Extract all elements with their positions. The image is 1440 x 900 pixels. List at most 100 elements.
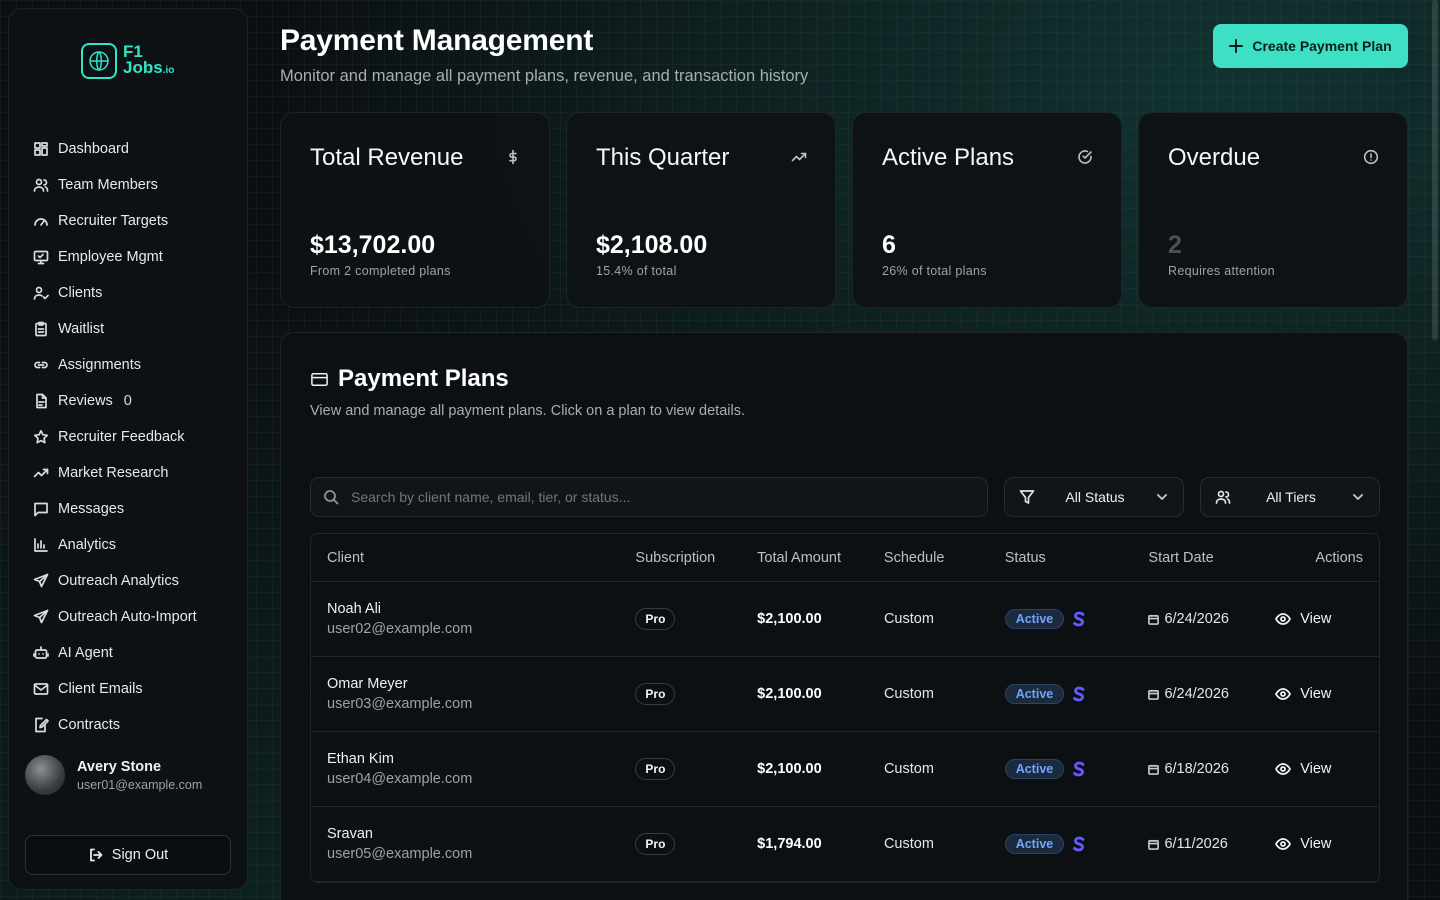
sidebar-item-ai-agent[interactable]: AI Agent	[25, 635, 233, 671]
calendar-icon	[1148, 764, 1160, 775]
sidebar-item-employee-mgmt[interactable]: Employee Mgmt	[25, 239, 233, 275]
eye-icon	[1275, 613, 1292, 625]
search-icon	[324, 490, 339, 505]
status-cell: Active	[1004, 684, 1149, 704]
column-header-client[interactable]: Client	[311, 550, 635, 566]
payment-plans-header: Payment Plans	[310, 365, 509, 393]
current-user[interactable]: Avery Stone user01@example.com	[25, 755, 202, 795]
sidebar-item-reviews[interactable]: Reviews 0	[25, 383, 233, 419]
table-row[interactable]: Noah Ali user02@example.com Pro $2,100.0…	[311, 582, 1379, 657]
payment-plans-panel: Payment Plans View and manage all paymen…	[280, 332, 1408, 900]
stat-caption: Requires attention	[1168, 264, 1275, 278]
bar-chart-icon	[34, 538, 48, 552]
message-icon	[34, 502, 48, 517]
dashboard-icon	[34, 142, 48, 156]
sidebar-item-clients[interactable]: Clients	[25, 275, 233, 311]
client-cell: Noah Ali user02@example.com	[311, 601, 635, 637]
subscription-cell: Pro	[635, 833, 757, 855]
stat-value: $2,108.00	[596, 231, 708, 259]
sidebar-item-label: Reviews	[58, 393, 113, 409]
client-cell: Ethan Kim user04@example.com	[311, 751, 635, 787]
sidebar-item-market-research[interactable]: Market Research	[25, 455, 233, 491]
plus-icon	[1229, 39, 1244, 53]
sidebar-item-messages[interactable]: Messages	[25, 491, 233, 527]
view-label: View	[1300, 836, 1332, 852]
column-header-subscription[interactable]: Subscription	[635, 550, 757, 566]
eye-icon	[1275, 763, 1292, 775]
check-circle-icon	[1077, 149, 1093, 165]
column-header-schedule[interactable]: Schedule	[884, 550, 1005, 566]
client-email: user03@example.com	[327, 696, 473, 712]
start-date: 6/24/2026	[1164, 611, 1229, 627]
tier-filter-select[interactable]: All Tiers	[1200, 477, 1380, 517]
sidebar-item-contracts[interactable]: Contracts	[25, 707, 233, 743]
column-header-status[interactable]: Status	[1005, 550, 1149, 566]
sidebar-item-label: Market Research	[58, 465, 169, 481]
sidebar-item-label: Team Members	[58, 177, 158, 193]
stat-caption: 15.4% of total	[596, 264, 677, 278]
filter-icon	[1019, 489, 1035, 505]
sidebar-nav: Dashboard Team Members Recruiter Targets…	[25, 131, 233, 743]
view-button[interactable]: View	[1275, 761, 1379, 777]
sidebar-item-recruiter-targets[interactable]: Recruiter Targets	[25, 203, 233, 239]
status-badge: Active	[1004, 684, 1065, 704]
status-filter-select[interactable]: All Status	[1004, 477, 1184, 517]
search-field[interactable]	[310, 477, 988, 517]
table-row[interactable]: Omar Meyer user03@example.com Pro $2,100…	[311, 657, 1379, 732]
tier-badge: Pro	[635, 833, 676, 855]
stat-caption: 26% of total plans	[882, 264, 987, 278]
stripe-icon	[1073, 611, 1085, 627]
log-out-icon	[89, 848, 103, 862]
client-cell: Sravan user05@example.com	[311, 826, 635, 862]
brand-suffix: .io	[162, 64, 175, 76]
sidebar-item-client-emails[interactable]: Client Emails	[25, 671, 233, 707]
schedule: Custom	[883, 611, 934, 627]
client-email: user05@example.com	[327, 846, 473, 862]
schedule: Custom	[883, 686, 934, 702]
sidebar-item-team-members[interactable]: Team Members	[25, 167, 233, 203]
view-button[interactable]: View	[1275, 836, 1379, 852]
view-label: View	[1300, 686, 1332, 702]
link-icon	[34, 361, 48, 369]
sidebar-item-waitlist[interactable]: Waitlist	[25, 311, 233, 347]
sidebar-item-recruiter-feedback[interactable]: Recruiter Feedback	[25, 419, 233, 455]
page-scrollbar[interactable]	[1432, 0, 1438, 340]
sidebar-item-label: Recruiter Feedback	[58, 429, 185, 445]
table-row[interactable]: Sravan user05@example.com Pro $1,794.00 …	[311, 807, 1379, 882]
chevron-down-icon	[1155, 490, 1169, 504]
status-filter-value: All Status	[1065, 489, 1125, 505]
sidebar-item-label: AI Agent	[58, 645, 113, 661]
stripe-icon	[1073, 836, 1085, 852]
file-edit-icon	[35, 717, 49, 733]
stat-value: $13,702.00	[310, 231, 436, 259]
view-button[interactable]: View	[1275, 611, 1379, 627]
user-name: Avery Stone	[77, 758, 162, 775]
client-name: Omar Meyer	[327, 676, 408, 692]
actions-cell: View	[1275, 611, 1379, 627]
start-date-cell: 6/11/2026	[1148, 836, 1275, 852]
column-header-total-amount[interactable]: Total Amount	[757, 550, 884, 566]
view-button[interactable]: View	[1275, 686, 1379, 702]
eye-icon	[1275, 688, 1292, 700]
column-header-start-date[interactable]: Start Date	[1148, 550, 1275, 566]
sidebar-item-analytics[interactable]: Analytics	[25, 527, 233, 563]
sidebar-item-assignments[interactable]: Assignments	[25, 347, 233, 383]
sidebar: F1 Jobs.io Dashboard Team Members Recrui…	[8, 8, 248, 890]
table-header: Client Subscription Total Amount Schedul…	[311, 534, 1379, 582]
tier-badge: Pro	[635, 608, 676, 630]
brand-name: F1 Jobs.io	[123, 43, 175, 79]
stat-card-this-quarter: This Quarter $2,108.00 15.4% of total	[566, 112, 836, 308]
sign-out-label: Sign Out	[111, 847, 169, 863]
brand-logo[interactable]: F1 Jobs.io	[81, 43, 174, 79]
search-input[interactable]	[351, 489, 987, 505]
schedule: Custom	[883, 836, 934, 852]
users-icon	[1215, 489, 1231, 505]
create-payment-plan-button[interactable]: Create Payment Plan	[1213, 24, 1408, 68]
schedule: Custom	[883, 761, 934, 777]
table-row[interactable]: Ethan Kim user04@example.com Pro $2,100.…	[311, 732, 1379, 807]
sign-out-button[interactable]: Sign Out	[25, 835, 231, 875]
sidebar-item-dashboard[interactable]: Dashboard	[25, 131, 233, 167]
sidebar-item-outreach-analytics[interactable]: Outreach Analytics	[25, 563, 233, 599]
sidebar-item-outreach-auto-import[interactable]: Outreach Auto-Import	[25, 599, 233, 635]
stat-title: Overdue	[1168, 144, 1261, 171]
